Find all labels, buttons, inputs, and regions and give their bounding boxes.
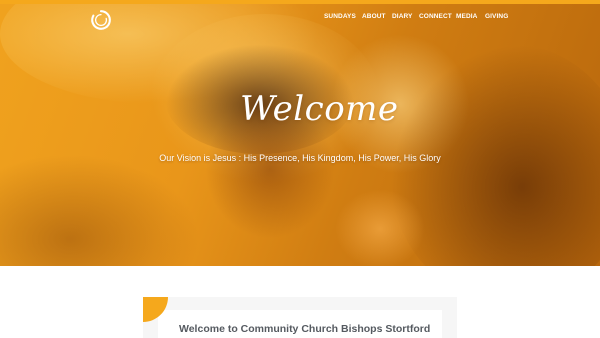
hero-heading: Welcome: [240, 89, 399, 129]
quarter-circle-accent-icon: [143, 297, 168, 322]
nav-item-diary[interactable]: DIARY: [392, 13, 412, 20]
nav-item-sundays[interactable]: SUNDAYS: [324, 13, 356, 20]
intro-title: Welcome to Community Church Bishops Stor…: [179, 323, 431, 335]
hero-subheading: Our Vision is Jesus : His Presence, His …: [159, 153, 441, 163]
hero-photo-shadow: [0, 154, 200, 266]
hero-banner: [0, 4, 600, 266]
nav-item-connect[interactable]: CONNECT: [419, 13, 452, 20]
nav-item-media[interactable]: MEDIA: [456, 13, 477, 20]
nav-item-about[interactable]: ABOUT: [362, 13, 386, 20]
hero-photo-hand: [335, 189, 425, 266]
nav-item-giving[interactable]: GIVING: [485, 13, 508, 20]
main-navigation: SUNDAYS ABOUT DIARY CONNECT MEDIA GIVING: [0, 13, 600, 25]
